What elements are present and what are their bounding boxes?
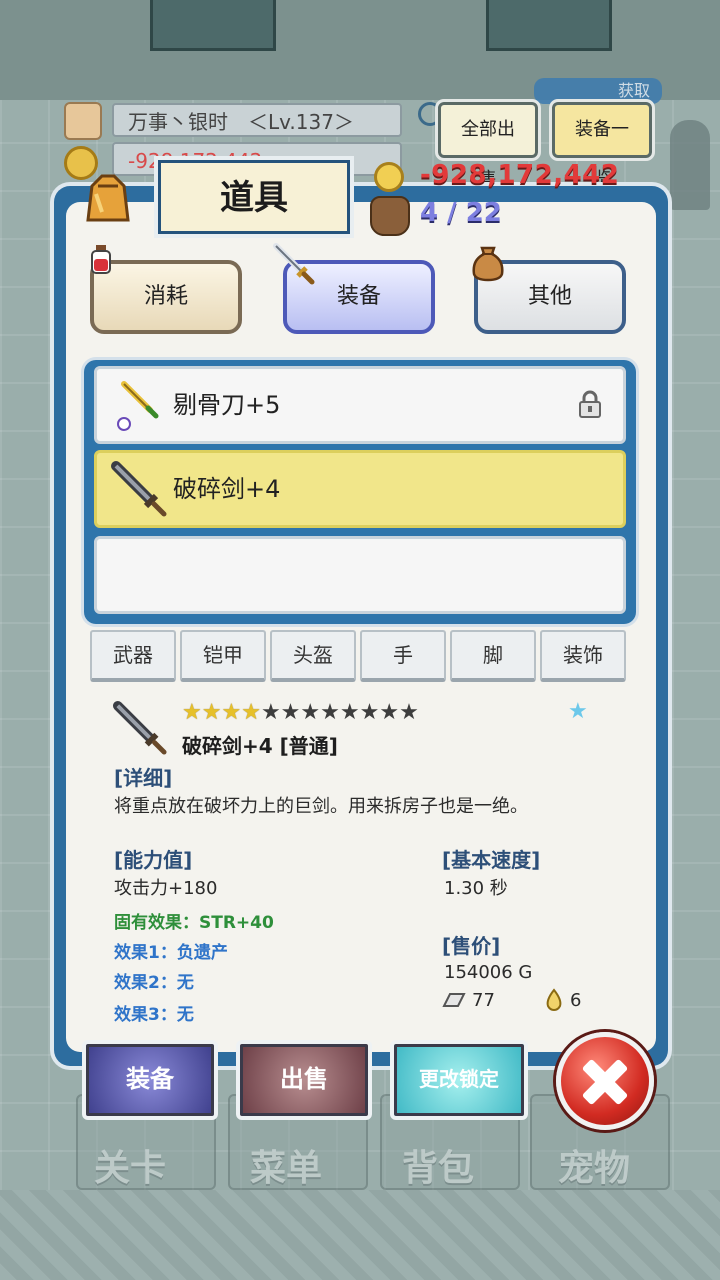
background-bench [150,0,276,51]
close-button[interactable] [556,1032,654,1130]
star-filled-icon: ★ [201,700,222,725]
knife-icon [117,381,159,431]
effect-2: 效果2：无 [114,973,194,993]
effect-3: 效果3：无 [114,1005,194,1025]
attack-speed: 1.30 秒 [444,878,508,899]
star-empty-icon: ★ [359,700,380,725]
star-empty-icon: ★ [399,700,419,725]
sell-all-button[interactable]: 全部出售 [435,99,541,190]
player-avatar [64,102,102,140]
gold-amount: -928,172,442 [420,160,620,190]
star-empty-icon: ★ [280,700,301,725]
broken-sword-icon [112,700,167,755]
panel-title: 道具 [154,156,354,238]
rarity-stars: ★★★★★★★★★★★★ [182,700,419,725]
material-ingot-count: 77 [472,990,495,1011]
potion-icon [91,245,111,274]
star-empty-icon: ★ [379,700,400,725]
equip-button[interactable]: 装备 [82,1040,218,1120]
get-badge[interactable]: 获取 [534,78,662,104]
detail-item-name: 破碎剑+4 [普通] [182,734,338,758]
inventory-sack-icon [370,196,410,236]
slot-tab-helmet[interactable]: 头盔 [270,630,356,682]
lock-icon [579,390,601,418]
slot-tab-armor[interactable]: 铠甲 [180,630,266,682]
list-item-selected[interactable]: 破碎剑+4 [94,450,626,528]
star-filled-icon: ★ [221,700,242,725]
list-item-empty[interactable] [94,536,626,614]
price-heading: [售价] [442,934,501,958]
stats-heading: [能力值] [114,848,193,872]
effect-1: 效果1：负遗产 [114,943,228,963]
item-description: 将重点放在破坏力上的巨剑。用来拆房子也是一绝。 [114,796,528,817]
item-name: 破碎剑+4 [173,475,281,503]
item-name: 剔骨刀+5 [173,391,281,419]
equipment-list-button[interactable]: 装备一览 [549,99,655,190]
sell-price: 154006 G [444,962,533,983]
player-name-level: 万事丶银时 ＜Lv.137＞ [112,103,402,137]
background-floor-bottom [0,1190,720,1280]
inherent-effect: 固有效果：STR+40 [114,913,274,933]
list-item[interactable]: 剔骨刀+5 [94,366,626,444]
slot-tab-accessory[interactable]: 装饰 [540,630,626,682]
slot-tab-weapon[interactable]: 武器 [90,630,176,682]
star-empty-icon: ★ [260,700,281,725]
speed-heading: [基本速度] [442,848,541,872]
rare-star-icon: ★ [568,699,588,724]
slot-tab-hands[interactable]: 手 [360,630,446,682]
slot-tab-feet[interactable]: 脚 [450,630,536,682]
crystal-icon [546,988,562,1012]
material-crystal-count: 6 [570,990,582,1011]
star-filled-icon: ★ [182,700,202,725]
sword-icon [273,243,315,285]
ingot-icon [442,993,466,1007]
attack-stat: 攻击力+180 [114,878,218,899]
background-bench [486,0,612,51]
item-bag-icon [86,174,130,222]
description-heading: [详细] [114,766,173,790]
background-statue [670,120,710,210]
inventory-capacity: 4 / 22 [420,198,502,228]
star-empty-icon: ★ [339,700,360,725]
broken-sword-icon [111,461,167,517]
pouch-icon [472,246,504,282]
sell-button[interactable]: 出售 [236,1040,372,1120]
star-empty-icon: ★ [300,700,321,725]
gold-coin-icon [374,162,404,192]
star-filled-icon: ★ [241,700,261,725]
change-lock-button[interactable]: 更改锁定 [390,1040,528,1120]
star-empty-icon: ★ [320,700,340,725]
